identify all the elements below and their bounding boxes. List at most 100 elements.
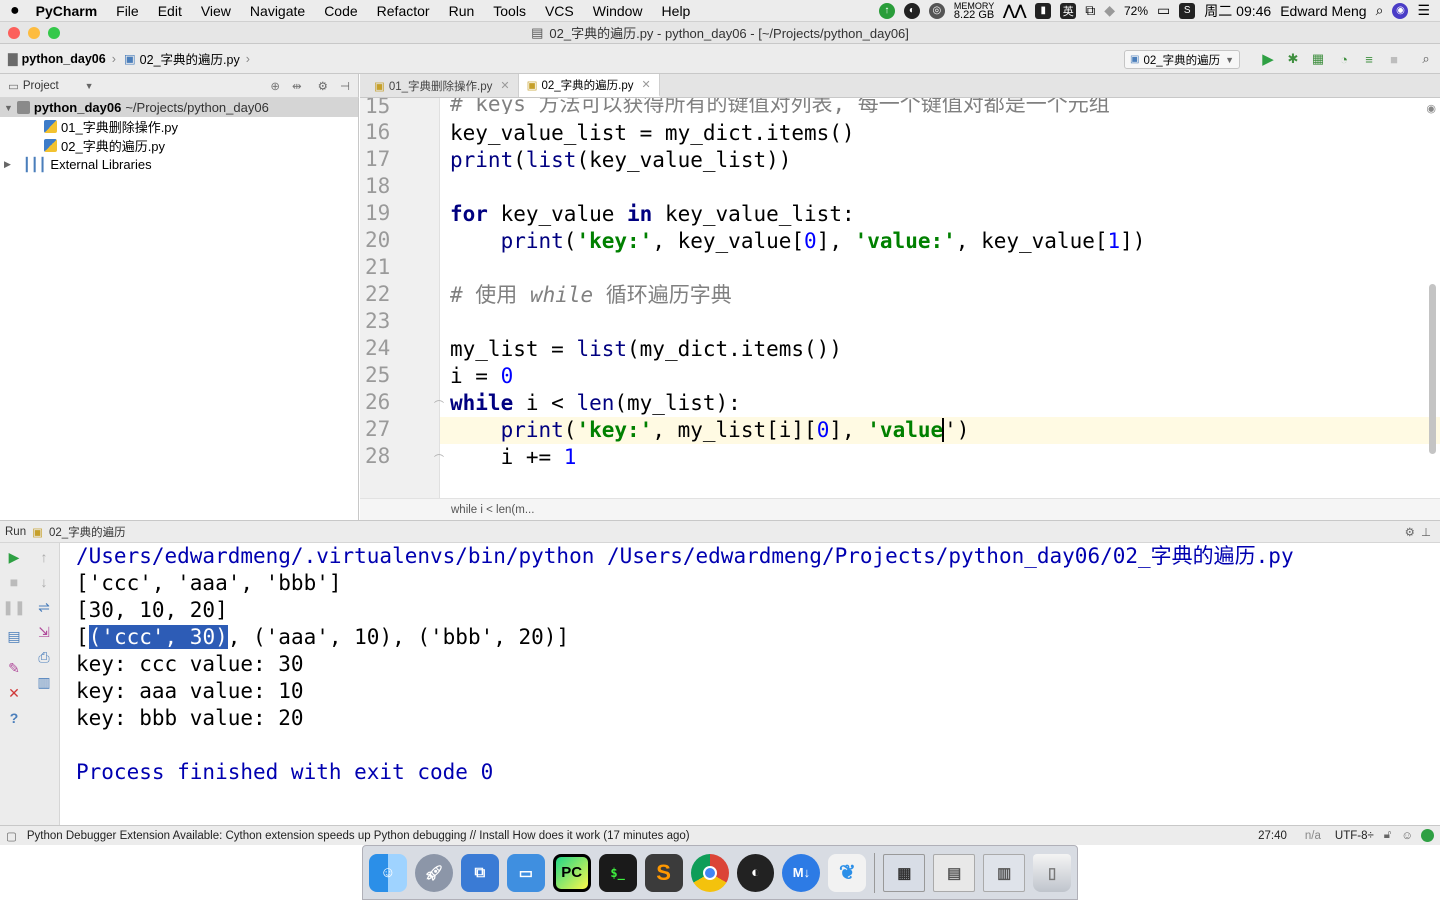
user-name[interactable]: Edward Meng xyxy=(1280,3,1366,19)
tree-root[interactable]: ▼ python_day06 ~/Projects/python_day06 xyxy=(0,98,358,117)
apple-icon[interactable]: ● xyxy=(10,2,20,20)
menu-help[interactable]: Help xyxy=(662,3,691,19)
battery-percent[interactable]: 72% xyxy=(1124,4,1148,18)
code-area[interactable]: # keys 方法可以获得所有的键值对列表, 每一个键值对都是一个元组 key_… xyxy=(450,98,1440,498)
launchpad-icon[interactable]: 🚀︎ xyxy=(414,853,453,892)
screens-icon[interactable]: ⧉ xyxy=(460,853,499,892)
run-panel-label[interactable]: Run xyxy=(5,526,26,538)
microphone-icon[interactable]: ▮ xyxy=(1035,2,1052,19)
eye-icon[interactable]: ◉ xyxy=(1426,102,1436,115)
hide-panel-icon[interactable]: ⊣ xyxy=(340,79,350,93)
stop-icon[interactable]: ■ xyxy=(1386,51,1402,67)
nav-crumb-project[interactable]: ▇ python_day06 xyxy=(8,51,106,67)
code-editor[interactable]: 15 16 17 18 19 20 21 22 23 24 25 26 27 2… xyxy=(360,98,1440,498)
menu-file[interactable]: File xyxy=(116,3,139,19)
scroll-up-icon[interactable]: ↑ xyxy=(35,548,53,566)
mountain-icon[interactable]: ⋀⋀ xyxy=(1003,2,1026,19)
document-thumbnail-icon[interactable]: ▤ xyxy=(933,853,976,892)
clock[interactable]: 周二 09:46 xyxy=(1204,1,1271,21)
memory-readout[interactable]: MEMORY 8.22 GB xyxy=(954,1,994,20)
menu-edit[interactable]: Edit xyxy=(158,3,182,19)
profile-icon[interactable]: ◔ xyxy=(1336,51,1352,67)
ime-icon[interactable]: 英 xyxy=(1060,2,1077,19)
tree-file-2[interactable]: 02_字典的遍历.py xyxy=(0,136,358,155)
sublime-icon[interactable]: S xyxy=(644,853,683,892)
status-message[interactable]: Python Debugger Extension Available: Cyt… xyxy=(27,830,690,842)
caret-position[interactable]: 27:40 xyxy=(1258,830,1287,842)
scroll-down-icon[interactable]: ↓ xyxy=(35,573,53,591)
event-log-icon[interactable] xyxy=(1421,829,1434,842)
collapse-icon[interactable]: ⇹ xyxy=(292,79,302,93)
markdown-icon[interactable]: M↓ xyxy=(782,853,821,892)
pause-icon[interactable]: ❚❚ xyxy=(2,598,25,616)
minimize-window-button[interactable] xyxy=(28,27,40,39)
screenshot-thumbnail-icon[interactable]: ▦ xyxy=(883,853,926,892)
tree-external-libraries[interactable]: ▶ ┃┃┃ External Libraries xyxy=(0,155,358,174)
fold-marker-icon[interactable]: ⌒ xyxy=(434,451,444,466)
chrome-icon[interactable] xyxy=(690,853,729,892)
menu-run[interactable]: Run xyxy=(449,3,475,19)
notification-center-icon[interactable]: ☰ xyxy=(1417,2,1430,19)
tree-file-1[interactable]: 01_字典删除操作.py xyxy=(0,117,358,136)
menu-window[interactable]: Window xyxy=(593,3,643,19)
pycharm-icon[interactable]: PC xyxy=(552,853,591,892)
close-icon[interactable]: ✕ xyxy=(5,684,23,702)
window-icon[interactable]: ⧉ xyxy=(1085,2,1095,19)
run-icon[interactable]: ▶ xyxy=(1260,51,1276,68)
memory-icon[interactable]: ◎ xyxy=(928,2,945,19)
gear-icon[interactable]: ⚙ xyxy=(1405,525,1415,539)
close-tab-icon[interactable]: ✕ xyxy=(500,79,509,92)
app-menu[interactable]: PyCharm xyxy=(36,3,97,19)
menu-tools[interactable]: Tools xyxy=(493,3,526,19)
stop-icon[interactable]: ■ xyxy=(5,573,23,591)
clear-icon[interactable]: ▥ xyxy=(35,673,53,691)
rerun-icon[interactable]: ▶ xyxy=(5,548,23,566)
upload-icon[interactable]: ↑ xyxy=(878,2,895,19)
soft-wrap-icon[interactable]: ⇌ xyxy=(35,598,53,616)
expand-arrow-icon[interactable]: ▶ xyxy=(4,159,11,170)
pin-icon[interactable]: ✎ xyxy=(5,659,23,677)
close-tab-icon[interactable]: ✕ xyxy=(642,78,651,91)
siri-icon[interactable]: ◉ xyxy=(1392,2,1409,19)
s-app-icon[interactable]: S xyxy=(1179,2,1196,19)
concurrency-icon[interactable]: ≡ xyxy=(1361,51,1377,67)
menu-navigate[interactable]: Navigate xyxy=(250,3,305,19)
scroll-to-end-icon[interactable]: ⇲ xyxy=(35,623,53,641)
tool-windows-icon[interactable]: ▢ xyxy=(6,829,17,843)
expand-arrow-icon[interactable]: ▼ xyxy=(4,103,13,113)
keynote-icon[interactable]: ▭ xyxy=(506,853,545,892)
menu-code[interactable]: Code xyxy=(324,3,357,19)
project-panel-title[interactable]: Project xyxy=(23,80,59,92)
tab-file-2[interactable]: ▣ 02_字典的遍历.py ✕ xyxy=(518,74,660,97)
editor-breadcrumb[interactable]: while i < len(m... xyxy=(360,498,1440,520)
locate-icon[interactable]: ⊕ xyxy=(270,79,280,93)
close-window-button[interactable] xyxy=(8,27,20,39)
menu-view[interactable]: View xyxy=(201,3,231,19)
coverage-icon[interactable]: ▦ xyxy=(1310,51,1326,67)
layout-icon[interactable]: ▤ xyxy=(5,627,23,645)
debug-icon[interactable]: ✱ xyxy=(1285,51,1301,67)
file-encoding[interactable]: UTF-8÷ xyxy=(1335,830,1374,842)
lock-icon[interactable]: 🔓︎ xyxy=(1384,829,1391,842)
run-console[interactable]: /Users/edwardmeng/.virtualenvs/bin/pytho… xyxy=(60,543,1440,825)
menu-refactor[interactable]: Refactor xyxy=(377,3,430,19)
editor-scrollbar[interactable] xyxy=(1429,284,1436,454)
nav-crumb-file[interactable]: ▣ 02_字典的遍历.py xyxy=(124,49,240,68)
chevron-down-icon[interactable]: ▼ xyxy=(85,81,94,91)
zoom-window-button[interactable] xyxy=(48,27,60,39)
help-icon[interactable]: ? xyxy=(5,709,23,727)
obs-icon[interactable]: ◐ xyxy=(736,853,775,892)
gear-icon[interactable]: ⚙ xyxy=(318,79,328,93)
inspector-icon[interactable]: ☺ xyxy=(1401,830,1413,842)
search-everywhere-icon[interactable]: ⌕ xyxy=(1418,51,1434,67)
hide-panel-icon[interactable]: ⊥ xyxy=(1421,525,1431,539)
monodraw-icon[interactable]: ❦ xyxy=(828,853,867,892)
line-separator[interactable]: n/a xyxy=(1305,830,1321,842)
battery-icon[interactable]: ▭ xyxy=(1157,2,1170,19)
shell-icon[interactable]: ◐ xyxy=(903,2,920,19)
window-thumbnail-icon[interactable]: ▥ xyxy=(983,853,1026,892)
wifi-icon[interactable]: ◆ xyxy=(1104,2,1115,19)
tab-file-1[interactable]: ▣ 01_字典删除操作.py ✕ xyxy=(366,74,519,97)
run-panel-config[interactable]: 02_字典的遍历 xyxy=(49,524,126,540)
terminal-icon[interactable]: $_ xyxy=(598,853,637,892)
